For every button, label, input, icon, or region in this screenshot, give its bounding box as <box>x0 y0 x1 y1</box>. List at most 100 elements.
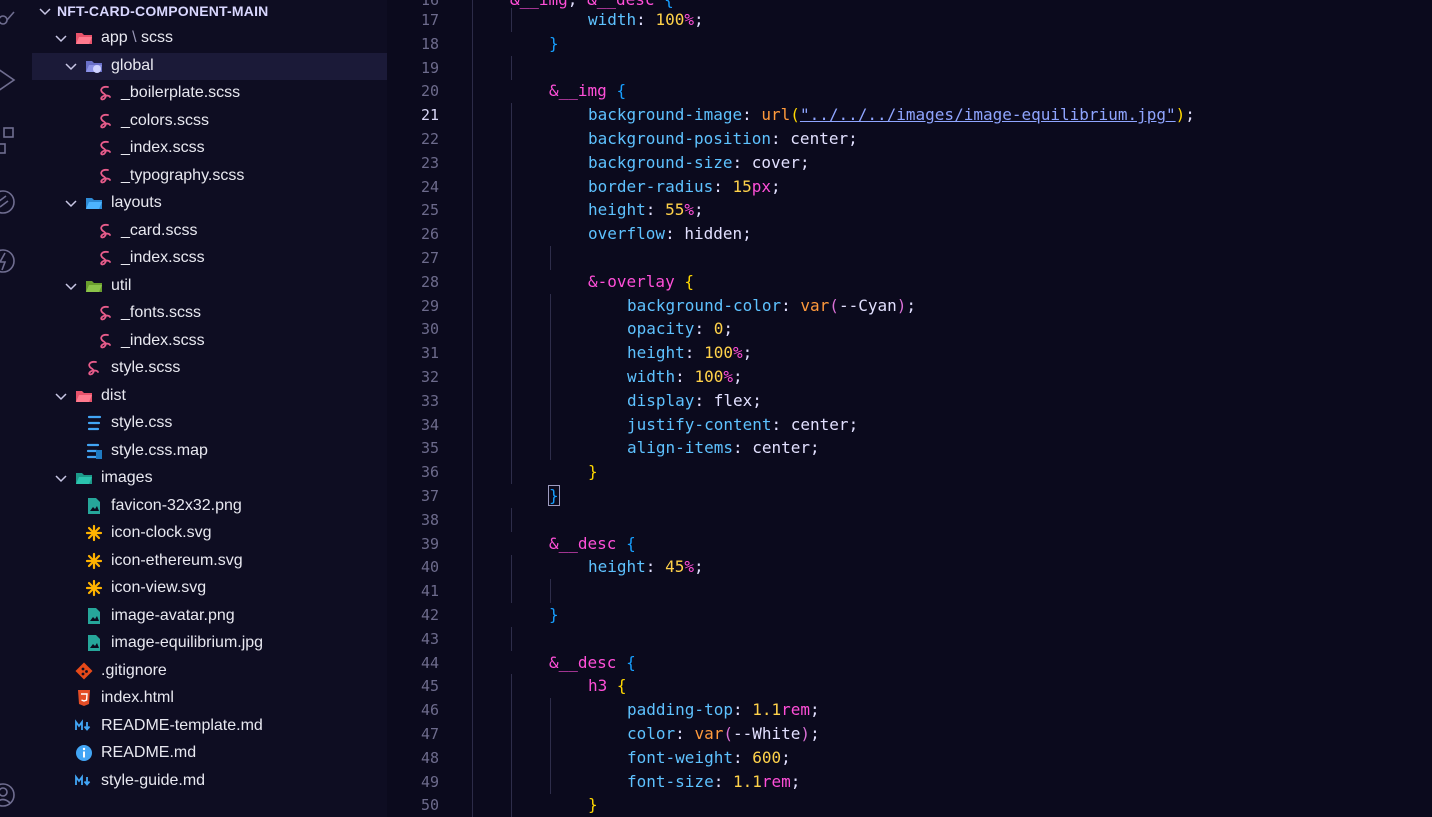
indent-guide <box>511 674 512 699</box>
explorer-item[interactable]: icon-ethereum.svg <box>32 548 387 575</box>
explorer-item[interactable]: favicon-32x32.png <box>32 493 387 520</box>
code-token: 100 <box>694 367 724 386</box>
code-text: &-overlay { <box>588 270 694 294</box>
code-token: : <box>732 700 753 720</box>
explorer-item[interactable]: index.html <box>32 685 387 712</box>
code-token: 1.1 <box>732 771 762 791</box>
code-token: : <box>732 747 753 767</box>
line-number: 39 <box>420 534 439 553</box>
chevron-down-icon[interactable] <box>64 196 78 210</box>
code-token: ; <box>742 343 753 363</box>
folder-util-icon <box>85 277 103 295</box>
explorer-item[interactable]: style-guide.md <box>32 768 387 795</box>
code-token: width <box>627 367 676 386</box>
explorer-item[interactable]: _index.scss <box>32 135 387 162</box>
code-token: var <box>694 724 724 743</box>
code-token: ; <box>693 10 704 29</box>
code-token: height <box>588 557 646 577</box>
explorer-item[interactable]: image-avatar.png <box>32 603 387 630</box>
explorer-item[interactable]: _index.scss <box>32 245 387 272</box>
code-token: ; <box>771 176 781 196</box>
run-debug-icon[interactable] <box>0 66 16 91</box>
code-text: &__desc { <box>549 651 636 675</box>
explorer-item[interactable]: icon-clock.svg <box>32 520 387 547</box>
chevron-down-icon[interactable] <box>54 471 68 485</box>
code-token: &__desc <box>549 652 617 672</box>
code-token: ; <box>732 367 743 386</box>
chevron-down-icon[interactable] <box>54 31 68 45</box>
explorer-item[interactable]: .gitignore <box>32 658 387 685</box>
explorer-item[interactable]: util <box>32 273 387 300</box>
lightning-icon[interactable] <box>0 246 16 273</box>
explorer-item[interactable]: app \ scss <box>32 25 387 52</box>
indent-guide <box>511 626 512 651</box>
explorer-item[interactable]: icon-view.svg <box>32 575 387 602</box>
explorer-item[interactable]: dist <box>32 383 387 410</box>
explorer-item[interactable]: _typography.scss <box>32 163 387 190</box>
line-number: 28 <box>420 272 439 291</box>
code-token: 600 <box>752 747 782 767</box>
code-token: ; <box>810 700 820 720</box>
explorer-item-label: global <box>111 56 154 74</box>
extensions-icon[interactable] <box>0 124 16 154</box>
code-token: : <box>675 724 695 743</box>
code-token: : <box>713 176 733 196</box>
line-number: 25 <box>420 201 439 220</box>
explorer-item[interactable]: _colors.scss <box>32 108 387 135</box>
explorer-item[interactable]: _card.scss <box>32 218 387 245</box>
explorer-item[interactable]: _fonts.scss <box>32 300 387 327</box>
code-text: font-weight: 600; <box>627 746 791 770</box>
explorer-item-label: _typography.scss <box>121 166 245 184</box>
info-icon <box>75 744 93 762</box>
explorer-item-label: _fonts.scss <box>121 304 202 321</box>
line-number: 21 <box>420 106 439 125</box>
sass-file-icon <box>97 222 115 240</box>
source-control-icon[interactable] <box>0 8 16 30</box>
explorer-item[interactable]: style.css <box>32 410 387 437</box>
explorer-item[interactable]: _boilerplate.scss <box>32 80 387 107</box>
indent-guide <box>511 579 512 604</box>
code-token: 100 <box>655 10 685 29</box>
code-token: ; <box>693 557 704 577</box>
code-token: ; <box>752 390 762 410</box>
line-number: 49 <box>420 772 439 791</box>
code-text: } <box>549 603 559 627</box>
explorer-item[interactable]: image-equilibrium.jpg <box>32 630 387 657</box>
explorer-item[interactable]: global <box>32 52 387 80</box>
explorer-item[interactable]: _index.scss <box>32 328 387 355</box>
indent-guide <box>511 793 512 817</box>
code-token: : <box>645 200 666 220</box>
code-text: align-items: center; <box>627 436 820 460</box>
code-token: : <box>665 224 685 244</box>
remote-explorer-icon[interactable] <box>0 187 16 214</box>
chevron-down-icon[interactable] <box>54 389 68 403</box>
code-line: 39 &__desc { <box>387 532 1432 556</box>
chevron-down-icon[interactable] <box>64 279 78 293</box>
code-line: 20 &__img { <box>387 79 1432 103</box>
line-number: 20 <box>420 82 439 101</box>
explorer-item-label: image-equilibrium.jpg <box>111 634 264 651</box>
line-number: 46 <box>420 701 439 720</box>
explorer-item[interactable]: style.scss <box>32 355 387 382</box>
code-token: % <box>732 343 743 363</box>
indent-guide <box>511 722 512 746</box>
sass-file-icon <box>97 112 115 130</box>
code-token: : <box>675 367 695 386</box>
explorer-item[interactable]: README-template.md <box>32 713 387 740</box>
account-icon[interactable] <box>0 780 16 807</box>
indent-guide <box>511 555 512 580</box>
explorer-item[interactable]: images <box>32 465 387 492</box>
explorer-item-label: util <box>111 276 132 294</box>
folder-images-icon <box>75 469 93 487</box>
explorer-item-label: .gitignore <box>101 661 167 679</box>
explorer-root[interactable]: NFT-CARD-COMPONENT-MAIN <box>32 0 387 25</box>
chevron-down-icon[interactable] <box>64 59 78 73</box>
code-editor[interactable]: 16 &__img, &__desc { 17width: 100%;18}19… <box>387 0 1432 817</box>
explorer-item[interactable]: layouts <box>32 190 387 217</box>
line-number: 23 <box>420 153 439 172</box>
code-token: cover <box>751 152 800 172</box>
explorer-item[interactable]: README.md <box>32 740 387 767</box>
explorer-item[interactable]: style.css.map <box>32 438 387 465</box>
indent-guide <box>511 388 512 413</box>
code-line: 49 font-size: 1.1rem; <box>387 769 1432 794</box>
